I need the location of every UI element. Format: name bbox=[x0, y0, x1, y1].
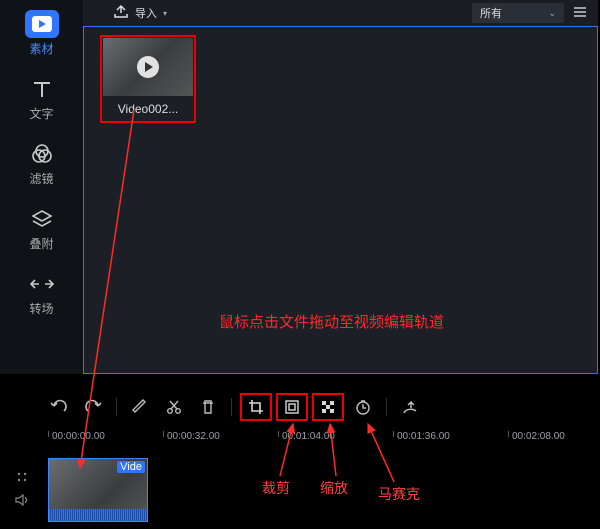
separator bbox=[386, 398, 387, 416]
ruler-tick: 00:00:00.00 bbox=[48, 431, 105, 437]
media-topbar: 导入 ▾ 所有 ⌄ bbox=[83, 0, 598, 26]
undo-button[interactable] bbox=[42, 391, 76, 423]
media-panel: Video002... 鼠标点击文件拖动至视频编辑轨道 bbox=[83, 26, 598, 374]
ruler-tick: 00:02:08.00 bbox=[508, 431, 565, 437]
sidebar-item-label: 文字 bbox=[29, 105, 53, 122]
separator bbox=[231, 398, 232, 416]
ruler-tick: 00:01:36.00 bbox=[393, 431, 450, 437]
import-button[interactable]: 导入 ▾ bbox=[113, 5, 167, 22]
filter-selected: 所有 bbox=[480, 5, 502, 21]
sidebar-item-media[interactable]: 素材 bbox=[0, 0, 83, 65]
duration-button[interactable] bbox=[346, 391, 380, 423]
annotation-crop: 裁剪 bbox=[262, 478, 290, 498]
media-item-name: Video002... bbox=[103, 96, 193, 120]
text-icon bbox=[25, 75, 59, 103]
play-rect-icon bbox=[25, 10, 59, 38]
track-header[interactable] bbox=[0, 462, 44, 518]
import-icon bbox=[113, 5, 129, 22]
sidebar-item-overlay[interactable]: 叠附 bbox=[0, 195, 83, 260]
sidebar-item-transition[interactable]: 转场 bbox=[0, 260, 83, 325]
volume-icon[interactable] bbox=[15, 494, 29, 509]
ruler-tick: 00:00:32.00 bbox=[163, 431, 220, 437]
redo-button[interactable] bbox=[76, 391, 110, 423]
left-sidebar: 素材 文字 滤镜 叠附 转场 bbox=[0, 0, 83, 374]
media-item[interactable]: Video002... bbox=[100, 35, 196, 123]
edit-button[interactable] bbox=[123, 391, 157, 423]
sidebar-item-label: 素材 bbox=[29, 40, 53, 57]
layers-icon bbox=[25, 205, 59, 233]
grip-icon bbox=[16, 471, 28, 486]
sidebar-item-text[interactable]: 文字 bbox=[0, 65, 83, 130]
media-thumbnail bbox=[103, 38, 193, 96]
sidebar-item-label: 滤镜 bbox=[29, 170, 53, 187]
venn-icon bbox=[25, 140, 59, 168]
play-icon bbox=[137, 56, 159, 78]
sidebar-item-filter[interactable]: 滤镜 bbox=[0, 130, 83, 195]
timeline-toolbar bbox=[0, 391, 600, 423]
transition-icon bbox=[25, 270, 59, 298]
clip-label: Vide bbox=[117, 461, 145, 473]
mosaic-button[interactable] bbox=[312, 393, 344, 421]
ruler-tick: 00:01:04.00 bbox=[278, 431, 335, 437]
filter-dropdown[interactable]: 所有 ⌄ bbox=[472, 3, 564, 23]
sidebar-item-label: 转场 bbox=[29, 300, 53, 317]
list-view-toggle[interactable] bbox=[572, 5, 588, 22]
import-label: 导入 bbox=[135, 5, 157, 21]
cut-button[interactable] bbox=[157, 391, 191, 423]
timeline-ruler[interactable]: 00:00:00.00 00:00:32.00 00:01:04.00 00:0… bbox=[0, 427, 600, 447]
clip-waveform bbox=[49, 509, 147, 521]
sidebar-item-label: 叠附 bbox=[29, 235, 53, 252]
crop-button[interactable] bbox=[240, 393, 272, 421]
export-button[interactable] bbox=[393, 391, 427, 423]
timeline-track[interactable]: Vide bbox=[0, 450, 600, 528]
zoom-button[interactable] bbox=[276, 393, 308, 421]
annotation-zoom: 缩放 bbox=[320, 478, 348, 498]
chevron-down-icon: ▾ bbox=[163, 9, 167, 18]
annotation-drag-hint: 鼠标点击文件拖动至视频编辑轨道 bbox=[219, 311, 444, 332]
chevron-down-icon: ⌄ bbox=[548, 8, 556, 19]
timeline-clip[interactable]: Vide bbox=[48, 458, 148, 522]
separator bbox=[116, 398, 117, 416]
annotation-mosaic: 马赛克 bbox=[378, 484, 420, 504]
delete-button[interactable] bbox=[191, 391, 225, 423]
